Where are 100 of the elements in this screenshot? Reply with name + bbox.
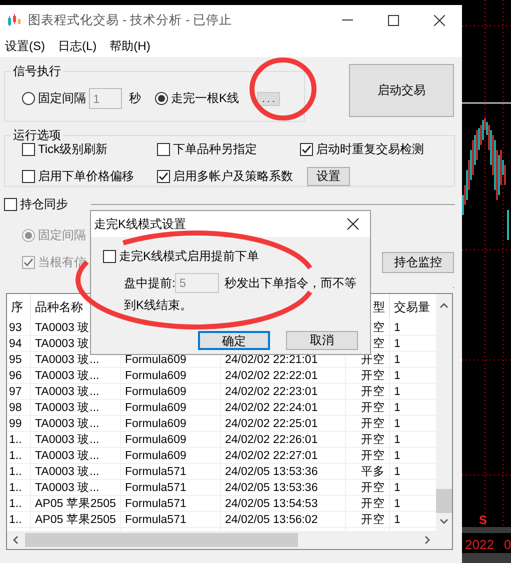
table-cell-text: 1	[394, 433, 400, 447]
table-cell-text: 99	[9, 417, 22, 431]
table-cell-text: Formula609	[125, 369, 186, 383]
scrollbar-thumb[interactable]	[436, 489, 452, 513]
group-title: 信号执行	[12, 63, 62, 80]
table-cell-text: Formula571	[125, 465, 186, 479]
settings-button[interactable]: 设置	[307, 166, 350, 186]
description-text: 秒发出下单指令，而不等	[224, 274, 356, 292]
menu-item[interactable]: 设置(S)	[4, 38, 57, 54]
checkbox[interactable]	[157, 142, 170, 156]
table-cell-text: TA0003 玻...	[35, 400, 100, 415]
menu-item[interactable]: 日志(L)	[57, 38, 109, 54]
table-cell-text: 1	[394, 449, 400, 463]
table-cell-text: TA0003 玻	[35, 320, 90, 335]
scroll-up-icon[interactable]	[440, 303, 448, 308]
scroll-down-icon[interactable]	[440, 519, 448, 524]
checkbox-label: 下单品种另指定	[173, 140, 257, 158]
table-cell-text: Formula571	[125, 513, 186, 527]
maximize-icon[interactable]	[388, 14, 398, 26]
table-cell-text: TA0003 玻...	[35, 464, 100, 479]
table-cell: 开空	[361, 512, 385, 527]
table-cell-text: 平多	[361, 464, 385, 479]
table-cell-text: 24/02/02 22:25:01	[225, 417, 318, 431]
axis-label: 2022	[465, 537, 494, 552]
table-cell-text: 1	[394, 497, 400, 511]
menu-item[interactable]: 帮助(H)	[108, 38, 162, 54]
checkbox[interactable]	[22, 170, 35, 182]
candlestick-icon	[7, 13, 21, 27]
table-cell-text: 1..	[9, 497, 22, 511]
dialog-title: 走完K线模式设置	[94, 216, 186, 232]
table-cell: 开空	[361, 432, 385, 447]
axis-bar	[462, 553, 511, 563]
horizontal-scrollbar[interactable]	[7, 531, 436, 549]
table-cell: 开空	[361, 480, 385, 495]
table-cell-text: 24/02/02 22:22:01	[225, 369, 318, 383]
minimize-icon[interactable]	[342, 19, 352, 21]
table-cell-text: 24/02/02 22:26:01	[225, 433, 318, 447]
scrollbar-thumb[interactable]	[25, 533, 298, 547]
checkbox[interactable]	[103, 250, 116, 263]
table-cell: 开空	[361, 384, 385, 399]
radio-button[interactable]	[22, 92, 35, 105]
table-cell-text: Formula609	[125, 449, 186, 463]
checkbox[interactable]	[4, 198, 17, 211]
column-header[interactable]: 交易量	[394, 298, 430, 316]
checkbox[interactable]	[157, 170, 170, 182]
column-header[interactable]: 品种名称	[35, 298, 83, 316]
table-cell: 空	[373, 336, 385, 351]
table-cell-text: Formula609	[125, 401, 186, 415]
table-cell-text: 94	[9, 337, 22, 351]
table-cell-text: 24/02/05 13:54:53	[225, 497, 318, 511]
highlight-circle	[250, 58, 316, 120]
radio-button[interactable]	[155, 92, 168, 105]
vertical-scrollbar[interactable]	[436, 294, 452, 531]
checkbox-label: 走完K线模式启用提前下单	[119, 248, 260, 265]
more-button[interactable]: . . .	[257, 92, 280, 106]
table-cell-text: TA0003 玻...	[35, 368, 100, 383]
table-cell-text: 97	[9, 385, 22, 399]
table-cell-text: 98	[9, 401, 22, 415]
ok-button[interactable]: 确定	[198, 331, 270, 350]
price-line	[462, 102, 511, 104]
close-icon[interactable]	[347, 218, 359, 230]
table-cell-text: Formula609	[125, 433, 186, 447]
checkbox-label: 启动时重复交易检测	[316, 140, 424, 158]
table-cell-text: 1	[394, 481, 400, 495]
radio-label: 固定间隔	[38, 227, 86, 244]
column-header[interactable]: 型	[373, 298, 385, 316]
table-cell-text: AP05 苹果2505	[35, 496, 116, 511]
checkbox-label: 持仓同步	[20, 196, 68, 213]
checkbox-label: 启用下单价格偏移	[38, 168, 134, 184]
signal-marker: S	[479, 513, 487, 527]
start-button[interactable]: 启动交易	[349, 64, 454, 117]
table-cell-text: 1	[394, 337, 400, 351]
table-cell-text: Formula609	[125, 385, 186, 399]
table-cell-text: TA0003 玻	[35, 336, 90, 351]
scroll-right-icon[interactable]	[425, 536, 430, 544]
group-title: 运行选项	[12, 127, 62, 144]
table-cell-text: 1	[394, 385, 400, 399]
table-cell-text: 1	[394, 417, 400, 431]
axis-bar	[462, 527, 511, 533]
close-icon[interactable]	[434, 14, 444, 26]
column-header[interactable]: 序	[11, 298, 23, 316]
table-cell: 开空	[361, 448, 385, 463]
table-cell-text: TA0003 玻...	[35, 352, 100, 367]
table-cell-text: 24/02/02 22:23:01	[225, 385, 318, 399]
checkbox-label: 启用多帐户及策略系数	[173, 168, 293, 184]
checkbox[interactable]	[22, 142, 35, 156]
table-cell-text: 24/02/05 13:53:36	[225, 465, 318, 479]
table-cell: 开空	[361, 368, 385, 383]
scroll-left-icon[interactable]	[13, 536, 18, 544]
table-cell-text: 24/02/02 22:24:01	[225, 401, 318, 415]
cancel-button[interactable]: 取消	[286, 331, 358, 350]
position-monitor-button[interactable]: 持仓监控	[382, 252, 454, 273]
table-cell-text: TA0003 玻...	[35, 448, 100, 463]
table-cell-text: 1..	[9, 481, 22, 495]
table-cell-text: 1	[394, 465, 400, 479]
table-cell-text: TA0003 玻...	[35, 480, 100, 495]
checkbox[interactable]	[300, 142, 313, 156]
table-cell-text: AP05 苹果2505	[35, 512, 116, 527]
table-cell-text: Formula571	[125, 481, 186, 495]
table-cell: 开空	[361, 400, 385, 415]
